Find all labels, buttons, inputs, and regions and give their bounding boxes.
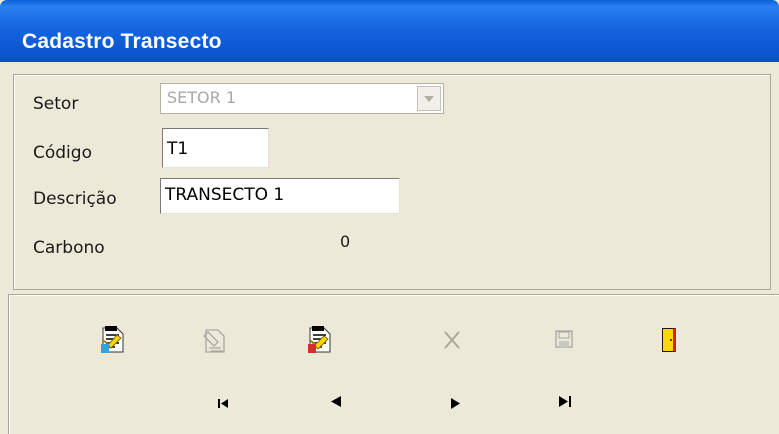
- cadastro-transecto-window: Cadastro Transecto Setor SETOR 1 Código …: [0, 0, 779, 434]
- setor-label: Setor: [33, 94, 79, 114]
- first-record-icon: [218, 399, 228, 408]
- title-bar[interactable]: Cadastro Transecto: [0, 0, 779, 62]
- window-title: Cadastro Transecto: [22, 30, 222, 53]
- edit-record-button: [198, 322, 232, 356]
- first-record-button[interactable]: [210, 388, 240, 418]
- exit-button[interactable]: [652, 322, 686, 356]
- prior-record-icon: [331, 396, 341, 407]
- descricao-input[interactable]: TRANSECTO 1: [160, 178, 400, 214]
- cancel-icon: [444, 331, 460, 349]
- codigo-input[interactable]: T1: [162, 128, 269, 168]
- cancel-button: [436, 322, 470, 356]
- setor-dropdown-button: [417, 86, 441, 111]
- chevron-down-icon: [424, 96, 434, 102]
- save-button: [547, 322, 581, 356]
- delete-record-icon: [308, 326, 331, 353]
- setor-select-value: SETOR 1: [167, 88, 237, 107]
- delete-record-button[interactable]: [302, 322, 336, 356]
- toolbar-panel: [8, 294, 779, 434]
- edit-record-icon: [203, 329, 225, 353]
- next-record-button[interactable]: [440, 388, 470, 418]
- prior-record-button[interactable]: [322, 386, 352, 416]
- new-record-icon: [101, 326, 124, 353]
- exit-door-icon: [662, 328, 676, 352]
- codigo-label: Código: [33, 143, 92, 163]
- last-record-icon: [559, 396, 571, 407]
- descricao-label: Descrição: [33, 189, 117, 209]
- new-record-button[interactable]: [97, 322, 131, 356]
- setor-select: SETOR 1: [160, 83, 444, 114]
- next-record-icon: [451, 398, 460, 409]
- save-icon: [555, 330, 573, 348]
- carbono-label: Carbono: [33, 238, 105, 258]
- last-record-button[interactable]: [551, 386, 581, 416]
- carbono-value: 0: [340, 232, 351, 251]
